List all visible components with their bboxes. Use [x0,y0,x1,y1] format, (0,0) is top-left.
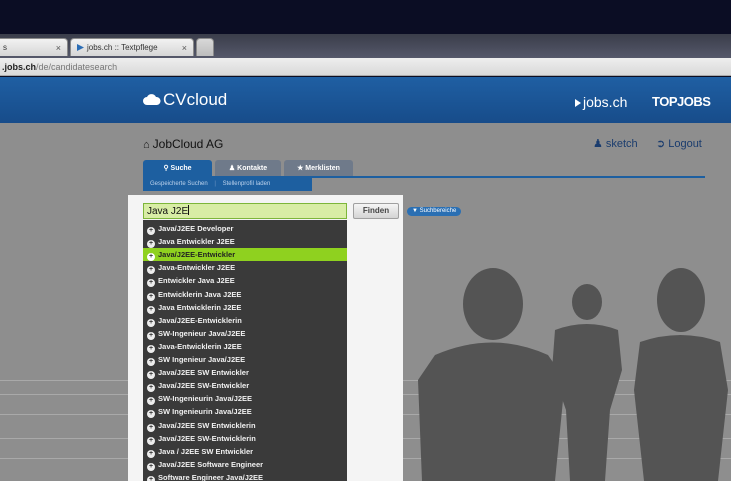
add-icon: + [147,449,155,458]
suggestion-item[interactable]: + Entwickler Java J2EE [143,274,347,288]
suggestion-item[interactable]: + Java/J2EE SW Entwicklerin [143,419,347,432]
suggestion-item[interactable]: + SW Ingenieurin Java/J2EE [143,405,347,419]
user-link[interactable]: ♟ sketch [593,137,638,150]
suggestion-label: Java/J2EE Software Engineer [158,459,264,469]
user-icon: ♟ [593,138,603,150]
browser-tab-2[interactable]: jobs.ch :: Textpflege × [70,38,194,56]
url-path: /de/candidatesearch [36,62,118,72]
tab-merklisten[interactable]: ★ Merklisten [284,160,353,177]
add-icon: + [147,253,155,262]
add-icon: + [147,266,155,275]
add-icon: + [147,344,155,353]
jobs-ch-logo[interactable]: jobs.ch [575,94,627,110]
suggestion-label: SW-Ingenieur Java/J2EE [158,328,246,338]
tab-kontakte[interactable]: ♟ Kontakte [215,160,281,177]
home-icon[interactable]: ⌂ [143,139,150,151]
filter-icon: ▼ [412,208,420,214]
suggestion-label: Software Engineer Java/J2EE [158,472,264,481]
favicon-icon [77,44,84,51]
suggestion-label: Java/J2EE Developer [158,224,234,233]
browser-tab-1[interactable]: s × [0,38,68,56]
add-icon: + [147,279,155,288]
logout-icon: ➲ [656,138,666,150]
close-icon[interactable]: × [182,39,187,57]
window-top-bar [0,0,731,34]
subnav-separator: | [214,181,216,187]
user-icon: ♟ [228,165,238,172]
suggestion-item[interactable]: + Java/J2EE-Entwicklerin [143,314,347,327]
suggestion-item[interactable]: + SW Ingenieur Java/J2EE [143,353,347,366]
suggestion-label: Java/J2EE-Entwicklerin [158,315,242,325]
suggestion-item[interactable]: + Java/J2EE SW Entwickler [143,366,347,380]
add-icon: + [147,397,155,406]
suggestion-item[interactable]: + SW-Ingenieur Java/J2EE [143,327,347,340]
add-icon: + [147,462,155,471]
suggestion-item[interactable]: + Java/J2EE-Entwickler [143,248,347,262]
suggestion-label: SW-Ingenieurin Java/J2EE [158,394,253,404]
browser-tab-label: jobs.ch :: Textpflege [87,43,158,52]
search-areas-button[interactable]: ▼ Suchbereiche [407,207,462,216]
add-icon: + [147,384,155,393]
subnav: Gespeicherte Suchen | Stellenprofil lade… [143,178,312,191]
suggestion-label: Java/J2EE-Entwickler [158,250,236,260]
new-tab-button[interactable] [196,38,214,56]
suggestion-item[interactable]: + Java Entwickler J2EE [143,235,347,249]
cloud-icon [143,94,161,105]
text-cursor [188,205,190,215]
add-icon: + [147,292,155,301]
suggestion-label: SW Ingenieur Java/J2EE [158,355,246,364]
find-button[interactable]: Finden [353,203,399,219]
url-host: .jobs.ch [2,62,37,72]
add-icon: + [147,436,155,445]
suggestion-label: Entwickler Java J2EE [158,276,235,286]
suggestion-list: + Java/J2EE Developer + Java Entwickler J2E… [143,220,347,481]
suggestion-item[interactable]: + Java/J2EE Developer [143,222,347,235]
suggestion-label: Java Entwickler J2EE [158,237,235,247]
suggestion-label: Java Entwicklerin J2EE [158,302,242,312]
suggestion-label: SW Ingenieurin Java/J2EE [158,407,252,417]
add-icon: + [147,305,155,314]
add-icon: + [147,358,155,366]
topjobs-logo[interactable]: TOPJOBS [652,94,711,109]
add-icon: + [147,240,155,249]
suggestion-label: Java/J2EE SW Entwicklerin [158,420,256,430]
company-title: ⌂ JobCloud AG [143,137,224,151]
logout-link[interactable]: ➲ Logout [656,137,702,150]
search-input[interactable]: Java J2E [143,203,347,219]
suggestion-label: Java/J2EE SW-Entwicklerin [158,433,256,443]
suggestion-item[interactable]: + Software Engineer Java/J2EE [143,471,347,481]
suggestion-item[interactable]: + Entwicklerin Java J2EE [143,288,347,301]
suggestion-item[interactable]: + Java/J2EE SW-Entwicklerin [143,432,347,445]
suggestion-item[interactable]: + Java/J2EE Software Engineer [143,458,347,471]
suggestion-label: Java/J2EE SW Entwickler [158,368,249,378]
suggestion-item[interactable]: + Java-Entwickler J2EE [143,261,347,275]
suggestion-item[interactable]: + Java-Entwicklerin J2EE [143,340,347,353]
add-icon: + [147,318,155,327]
suggestion-item[interactable]: + Java / J2EE SW Entwickler [143,445,347,458]
play-icon [575,99,581,107]
add-icon: + [147,331,155,340]
cvcloud-logo[interactable]: CVcloud [143,90,227,110]
add-icon: + [147,475,155,481]
search-icon: ⚲ [163,165,171,172]
suggestion-label: Java-Entwickler J2EE [158,263,236,273]
tab-suche[interactable]: ⚲ Suche [143,160,212,177]
suggestion-item[interactable]: + Java Entwicklerin J2EE [143,301,347,314]
suggestion-label: Entwicklerin Java J2EE [158,289,242,299]
subnav-saved-searches[interactable]: Gespeicherte Suchen [150,181,208,187]
close-icon[interactable]: × [56,39,61,57]
suggestion-item[interactable]: + SW-Ingenieurin Java/J2EE [143,392,347,406]
subnav-load-profile[interactable]: Stellenprofil laden [223,181,271,187]
suggestion-label: Java-Entwicklerin J2EE [158,341,242,351]
add-icon: + [147,410,155,419]
browser-tab-label: s [3,43,7,52]
url-bar[interactable]: .jobs.ch/de/candidatesearch [0,58,731,76]
add-icon: + [147,371,155,380]
add-icon: + [147,227,155,235]
suggestion-item[interactable]: + Java/J2EE SW-Entwickler [143,379,347,393]
suggestion-label: Java/J2EE SW-Entwickler [158,381,250,391]
suggestion-label: Java / J2EE SW Entwickler [158,446,254,456]
add-icon: + [147,423,155,432]
